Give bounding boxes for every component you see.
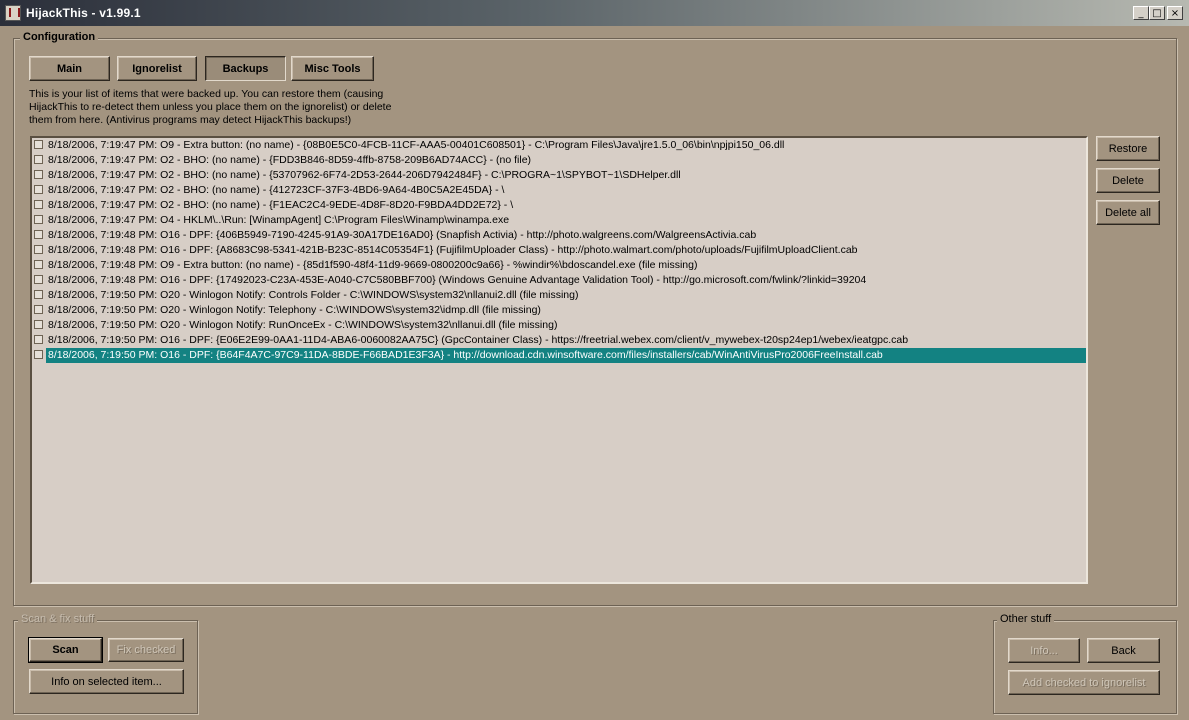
backup-item-text: 8/18/2006, 7:19:48 PM: O16 - DPF: {17492… [48,274,867,286]
other-stuff-label: Other stuff [997,613,1055,625]
backup-list-item[interactable]: 8/18/2006, 7:19:48 PM: O16 - DPF: {406B5… [32,228,1086,243]
tab-main[interactable]: Main [29,56,110,81]
tab-ignorelist[interactable]: Ignorelist [117,56,197,81]
title-bar: HijackThis - v1.99.1 _ □ × [0,0,1189,26]
item-checkbox[interactable] [34,140,43,149]
add-to-ignorelist-button[interactable]: Add checked to ignorelist [1008,670,1160,695]
backup-item-text: 8/18/2006, 7:19:48 PM: O9 - Extra button… [48,259,698,271]
info-on-selected-button[interactable]: Info on selected item... [29,669,184,694]
item-checkbox[interactable] [34,320,43,329]
delete-all-button[interactable]: Delete all [1096,200,1160,225]
item-checkbox[interactable] [34,335,43,344]
backup-list-item[interactable]: 8/18/2006, 7:19:50 PM: O16 - DPF: {B64F4… [32,348,1086,363]
back-button[interactable]: Back [1087,638,1160,663]
window-title: HijackThis - v1.99.1 [26,6,141,20]
backup-item-text: 8/18/2006, 7:19:50 PM: O20 - Winlogon No… [48,304,541,316]
item-checkbox[interactable] [34,350,43,359]
item-checkbox[interactable] [34,245,43,254]
backups-description: This is your list of items that were bac… [29,88,392,126]
tab-misc-tools[interactable]: Misc Tools [291,56,374,81]
backup-item-text: 8/18/2006, 7:19:48 PM: O16 - DPF: {406B5… [48,229,757,241]
backup-list-item[interactable]: 8/18/2006, 7:19:47 PM: O2 - BHO: (no nam… [32,168,1086,183]
backup-item-text: 8/18/2006, 7:19:47 PM: O4 - HKLM\..\Run:… [48,214,510,226]
item-checkbox[interactable] [34,290,43,299]
backup-list-item[interactable]: 8/18/2006, 7:19:48 PM: O16 - DPF: {A8683… [32,243,1086,258]
info-button[interactable]: Info... [1008,638,1080,663]
scan-fix-frame: Scan & fix stuff [13,613,198,714]
backup-item-text: 8/18/2006, 7:19:47 PM: O9 - Extra button… [48,139,785,151]
item-checkbox[interactable] [34,155,43,164]
backup-list-item[interactable]: 8/18/2006, 7:19:47 PM: O4 - HKLM\..\Run:… [32,213,1086,228]
backup-list-item[interactable]: 8/18/2006, 7:19:48 PM: O16 - DPF: {17492… [32,273,1086,288]
item-checkbox[interactable] [34,230,43,239]
item-checkbox[interactable] [34,170,43,179]
scan-fix-label: Scan & fix stuff [18,613,98,625]
backup-item-text: 8/18/2006, 7:19:47 PM: O2 - BHO: (no nam… [48,199,514,211]
close-button[interactable]: × [1167,6,1183,20]
item-checkbox[interactable] [34,260,43,269]
backup-item-text: 8/18/2006, 7:19:50 PM: O20 - Winlogon No… [48,289,579,301]
item-checkbox[interactable] [34,305,43,314]
item-checkbox[interactable] [34,185,43,194]
minimize-button[interactable]: _ [1133,6,1149,20]
hijackthis-app-icon [5,5,21,21]
item-checkbox[interactable] [34,200,43,209]
restore-button[interactable]: Restore [1096,136,1160,161]
backup-item-text: 8/18/2006, 7:19:50 PM: O16 - DPF: {E06E2… [48,334,909,346]
configuration-label: Configuration [20,31,99,43]
backup-list-item[interactable]: 8/18/2006, 7:19:48 PM: O9 - Extra button… [32,258,1086,273]
backup-list-item[interactable]: 8/18/2006, 7:19:50 PM: O16 - DPF: {E06E2… [32,333,1086,348]
backup-list-item[interactable]: 8/18/2006, 7:19:47 PM: O2 - BHO: (no nam… [32,183,1086,198]
fix-checked-button[interactable]: Fix checked [108,638,184,662]
item-checkbox[interactable] [34,215,43,224]
scan-button[interactable]: Scan [28,637,103,663]
other-stuff-frame: Other stuff [993,613,1177,714]
backup-item-text: 8/18/2006, 7:19:48 PM: O16 - DPF: {A8683… [48,244,858,256]
backup-list-item[interactable]: 8/18/2006, 7:19:50 PM: O20 - Winlogon No… [32,303,1086,318]
backup-list-item[interactable]: 8/18/2006, 7:19:47 PM: O2 - BHO: (no nam… [32,153,1086,168]
backup-item-text: 8/18/2006, 7:19:50 PM: O16 - DPF: {B64F4… [46,348,1086,363]
item-checkbox[interactable] [34,275,43,284]
backup-item-text: 8/18/2006, 7:19:47 PM: O2 - BHO: (no nam… [48,154,532,166]
backup-list-item[interactable]: 8/18/2006, 7:19:47 PM: O2 - BHO: (no nam… [32,198,1086,213]
backup-list-item[interactable]: 8/18/2006, 7:19:50 PM: O20 - Winlogon No… [32,288,1086,303]
backup-list[interactable]: 8/18/2006, 7:19:47 PM: O9 - Extra button… [30,136,1088,584]
backup-list-item[interactable]: 8/18/2006, 7:19:50 PM: O20 - Winlogon No… [32,318,1086,333]
backup-item-text: 8/18/2006, 7:19:50 PM: O20 - Winlogon No… [48,319,558,331]
maximize-button[interactable]: □ [1149,6,1165,20]
backup-item-text: 8/18/2006, 7:19:47 PM: O2 - BHO: (no nam… [48,169,681,181]
backup-list-item[interactable]: 8/18/2006, 7:19:47 PM: O9 - Extra button… [32,138,1086,153]
backup-item-text: 8/18/2006, 7:19:47 PM: O2 - BHO: (no nam… [48,184,505,196]
delete-button[interactable]: Delete [1096,168,1160,193]
tab-backups[interactable]: Backups [205,56,286,81]
